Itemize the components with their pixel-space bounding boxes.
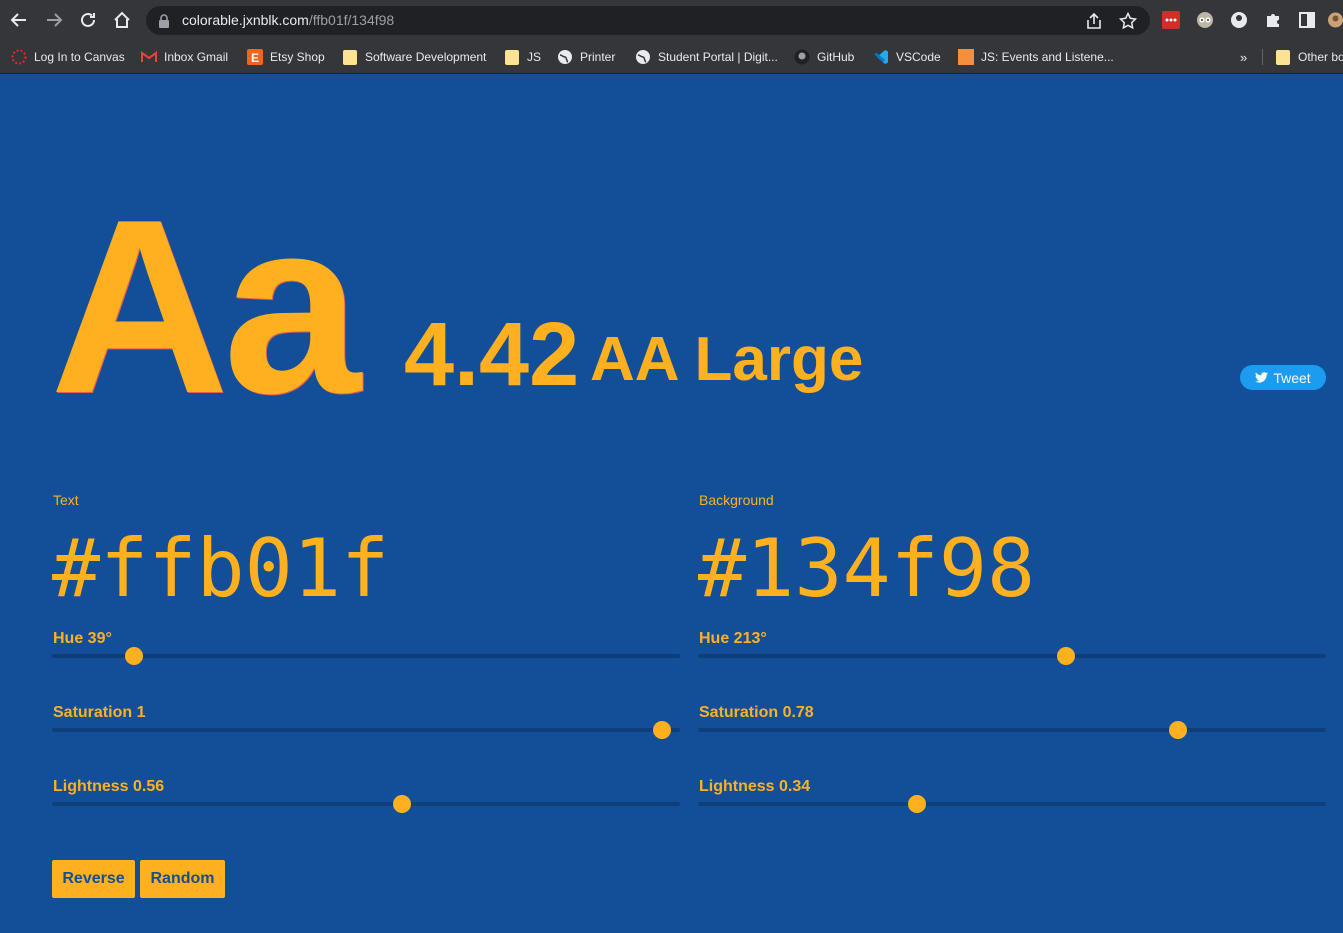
url-text[interactable]: colorable.jxnblk.com/ffb01f/134f98 (182, 12, 394, 28)
text-hex-value[interactable]: #ffb01f (52, 524, 389, 614)
bookmark-gmail[interactable]: Inbox Gmail (141, 48, 228, 66)
text-hue-slider[interactable]: Hue 39° (52, 630, 680, 680)
text-color-label: Text (53, 492, 79, 508)
share-icon[interactable] (1084, 11, 1104, 31)
reverse-button[interactable]: Reverse (52, 860, 135, 898)
bookmarks-overflow-button[interactable]: » (1240, 48, 1247, 66)
background-saturation-slider[interactable]: Saturation 0.78 (698, 704, 1326, 754)
background-color-label: Background (699, 492, 774, 508)
vscode-icon (873, 49, 889, 65)
github-icon (794, 49, 810, 65)
puzzle-extensions-icon[interactable] (1263, 10, 1283, 30)
background-color-panel: Background #134f98 Hue 213° Saturation 0… (698, 474, 1326, 834)
slider-thumb[interactable] (1057, 647, 1076, 665)
bookmark-github[interactable]: GitHub (794, 48, 854, 66)
slider-thumb[interactable] (908, 795, 927, 813)
text-lightness-slider[interactable]: Lightness 0.56 (52, 778, 680, 828)
canvas-icon (11, 49, 27, 65)
star-icon[interactable] (1118, 11, 1138, 31)
reload-icon[interactable] (76, 8, 100, 32)
avatar[interactable] (1328, 10, 1343, 30)
side-panel-icon[interactable] (1297, 10, 1317, 30)
slider-thumb[interactable] (125, 647, 144, 665)
folder-icon (342, 49, 358, 65)
text-hue-label: Hue 39° (53, 630, 112, 647)
bookmark-other-bookmarks[interactable]: Other bo (1275, 48, 1343, 66)
address-bar[interactable]: colorable.jxnblk.com/ffb01f/134f98 (146, 6, 1150, 35)
background-lightness-label: Lightness 0.34 (699, 778, 811, 795)
random-button[interactable]: Random (140, 860, 225, 898)
svg-text:E: E (251, 51, 259, 65)
bookmark-etsy[interactable]: E Etsy Shop (247, 48, 325, 66)
bookmarks-divider (1262, 49, 1263, 65)
globe-icon (635, 49, 651, 65)
text-saturation-slider[interactable]: Saturation 1 (52, 704, 680, 754)
lastpass-extension-icon[interactable] (1161, 10, 1181, 30)
background-hue-slider[interactable]: Hue 213° (698, 630, 1326, 680)
back-arrow-icon[interactable] (7, 8, 31, 32)
forward-arrow-icon[interactable] (42, 8, 66, 32)
slider-track[interactable] (698, 802, 1326, 806)
text-sample: Aa (50, 167, 361, 445)
background-saturation-label: Saturation 0.78 (699, 704, 814, 721)
globe-icon (557, 49, 573, 65)
bookmark-printer[interactable]: Printer (557, 48, 615, 66)
bookmarks-bar: Log In to Canvas Inbox Gmail E Etsy Shop… (0, 40, 1343, 74)
gmail-icon (141, 49, 157, 65)
bookmark-vscode[interactable]: VSCode (873, 48, 941, 66)
bookmark-canvas[interactable]: Log In to Canvas (11, 48, 125, 66)
background-lightness-slider[interactable]: Lightness 0.34 (698, 778, 1326, 828)
browser-toolbar: colorable.jxnblk.com/ffb01f/134f98 (0, 0, 1343, 40)
bookmark-software-development[interactable]: Software Development (342, 48, 486, 66)
background-hex-value[interactable]: #134f98 (698, 524, 1035, 614)
slider-track[interactable] (52, 802, 680, 806)
contrast-ratio: 4.42 (404, 305, 580, 405)
bookmark-js-events[interactable]: JS: Events and Listene... (958, 48, 1114, 66)
etsy-icon: E (247, 49, 263, 65)
slider-track[interactable] (52, 728, 680, 732)
background-hue-label: Hue 213° (699, 630, 767, 647)
twitter-bird-icon (1255, 370, 1269, 386)
bookmark-js[interactable]: JS (504, 48, 541, 66)
lock-icon[interactable] (154, 11, 174, 31)
slider-track[interactable] (698, 654, 1326, 658)
folder-icon (504, 49, 520, 65)
home-icon[interactable] (110, 8, 134, 32)
folder-icon (1275, 49, 1291, 65)
contrast-preview: Aa 4.42 AA Large Tweet (0, 74, 1343, 474)
contrast-score: AA Large (590, 325, 864, 394)
slider-track[interactable] (698, 728, 1326, 732)
slider-track[interactable] (52, 654, 680, 658)
text-lightness-label: Lightness 0.56 (53, 778, 165, 795)
bookmark-student-portal[interactable]: Student Portal | Digit... (635, 48, 778, 66)
slider-thumb[interactable] (653, 721, 671, 739)
profile-extension-icon[interactable] (1229, 10, 1249, 30)
page-icon (958, 49, 974, 65)
slider-thumb[interactable] (392, 795, 411, 813)
text-saturation-label: Saturation 1 (53, 704, 146, 721)
owl-extension-icon[interactable] (1195, 10, 1215, 30)
tweet-button[interactable]: Tweet (1240, 365, 1326, 390)
text-color-panel: Text #ffb01f Hue 39° Saturation 1 Lightn… (52, 474, 680, 834)
slider-thumb[interactable] (1168, 721, 1187, 739)
